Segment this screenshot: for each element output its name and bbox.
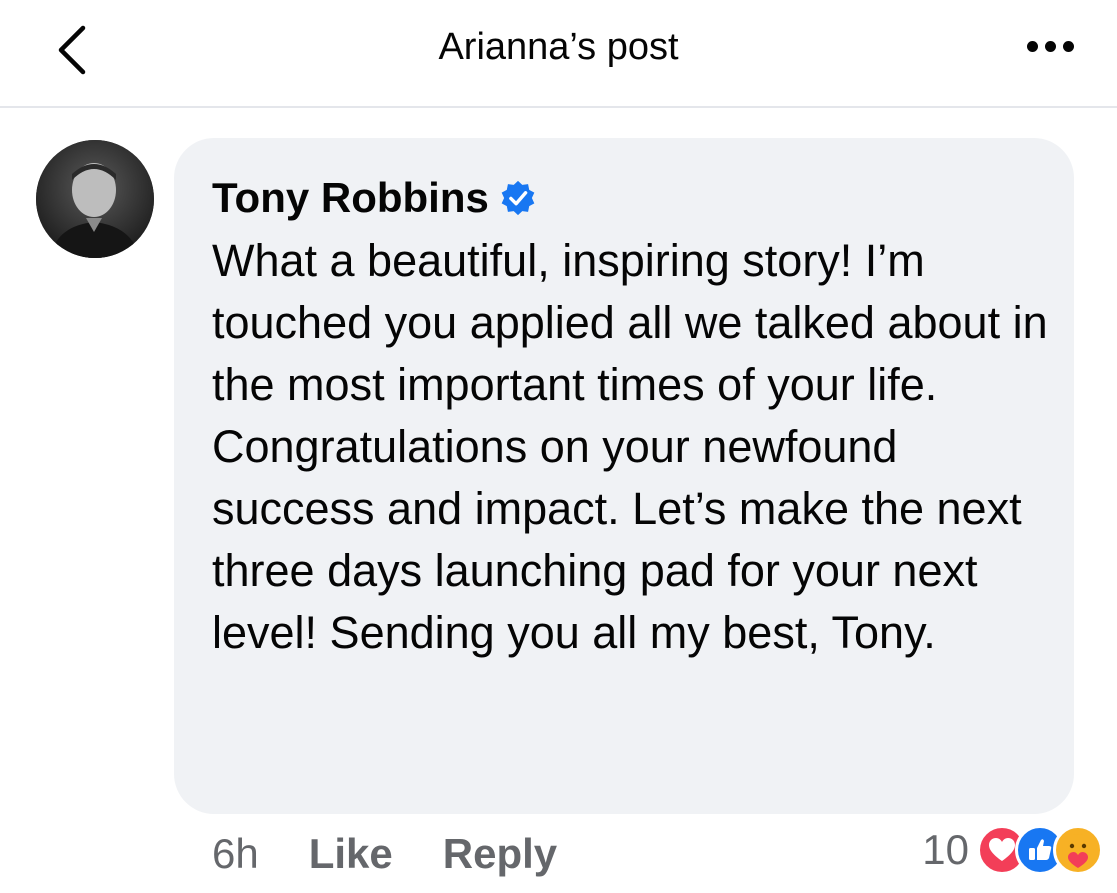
avatar-image <box>36 140 154 258</box>
top-bar: Arianna’s post <box>0 0 1117 108</box>
more-horizontal-icon <box>1026 40 1038 52</box>
avatar[interactable] <box>36 140 154 258</box>
reaction-count: 10 <box>922 826 969 873</box>
more-options-button[interactable] <box>1017 26 1083 66</box>
more-dot <box>1044 40 1056 52</box>
author-name[interactable]: Tony Robbins <box>212 174 489 222</box>
reactions-summary[interactable]: 10 <box>922 825 1103 875</box>
care-reaction-icon <box>1053 825 1103 875</box>
comment-text: What a beautiful, inspiring story! I’m t… <box>212 235 1048 658</box>
more-dot <box>1062 40 1074 52</box>
comment-actions: 6h Like Reply <box>212 830 557 878</box>
reaction-icons <box>977 825 1103 875</box>
like-button[interactable]: Like <box>309 830 393 878</box>
page-title: Arianna’s post <box>438 26 679 68</box>
comment-timestamp[interactable]: 6h <box>212 830 259 878</box>
reply-button[interactable]: Reply <box>443 830 557 878</box>
comment-bubble: Tony Robbins What a beautiful, inspiring… <box>174 138 1074 814</box>
verified-badge-icon <box>501 180 535 216</box>
comment-header: Tony Robbins <box>212 174 537 222</box>
